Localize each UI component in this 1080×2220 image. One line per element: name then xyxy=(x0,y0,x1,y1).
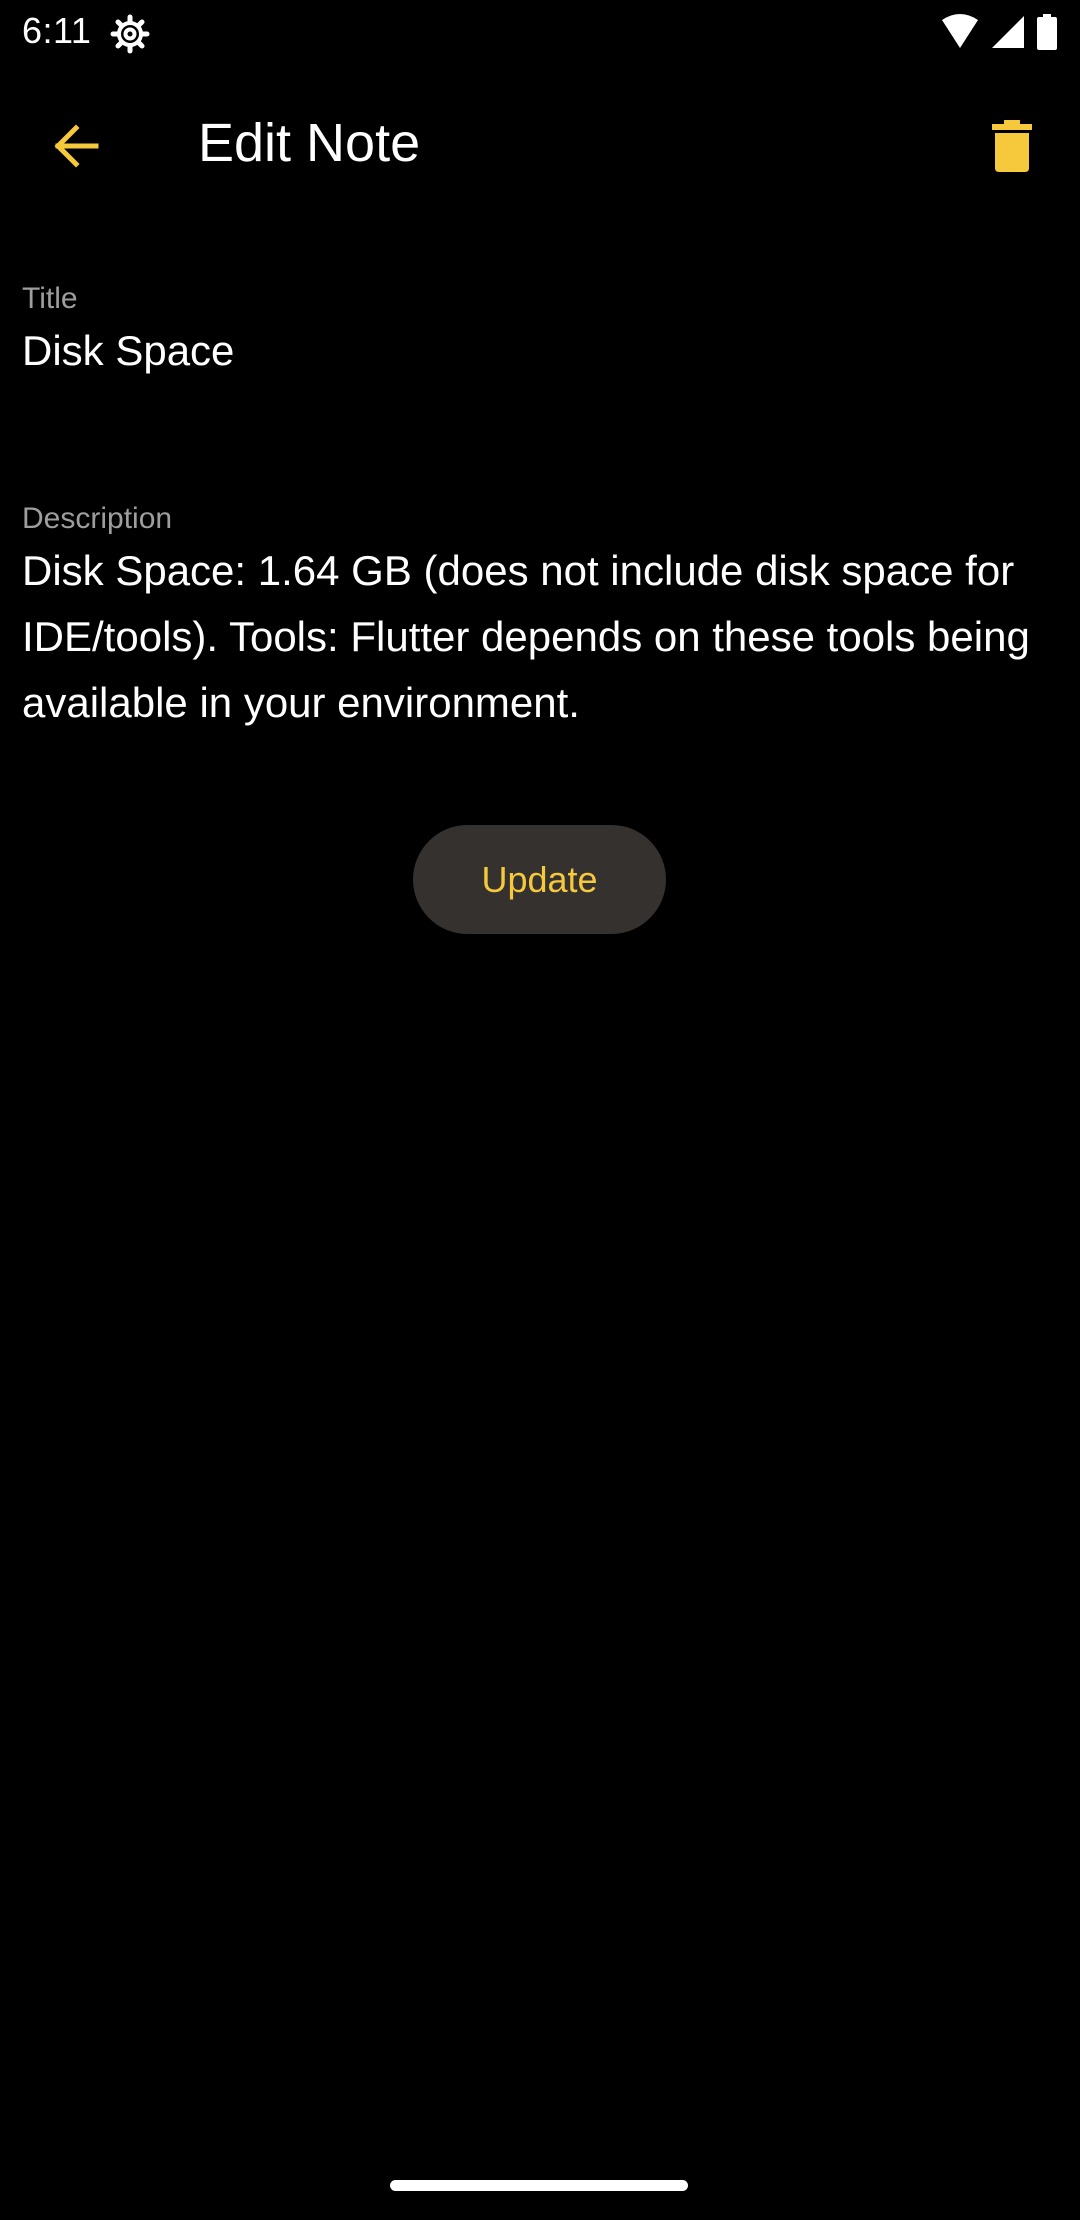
wifi-icon xyxy=(940,13,980,55)
app-bar: Edit Note xyxy=(0,66,1080,222)
status-time: 6:11 xyxy=(22,10,92,51)
description-label: Description xyxy=(22,502,173,535)
home-indicator[interactable] xyxy=(390,2180,688,2191)
update-button[interactable]: Update xyxy=(413,825,666,934)
status-icons xyxy=(940,13,1058,55)
delete-button[interactable] xyxy=(972,108,1052,188)
description-field[interactable]: Description Disk Space: 1.64 GB (does no… xyxy=(22,502,1058,736)
description-input[interactable]: Disk Space: 1.64 GB (does not include di… xyxy=(22,538,1058,736)
settings-gear-icon xyxy=(110,14,150,54)
title-input[interactable]: Disk Space xyxy=(22,318,1058,384)
battery-icon xyxy=(1036,13,1058,55)
title-label: Title xyxy=(22,282,78,315)
trash-icon xyxy=(992,119,1032,177)
title-field[interactable]: Title Disk Space xyxy=(22,282,1058,384)
back-button[interactable] xyxy=(36,108,116,188)
cell-signal-icon xyxy=(990,14,1026,55)
arrow-back-icon xyxy=(52,122,100,175)
status-bar: 6:11 xyxy=(0,0,1080,66)
page-title: Edit Note xyxy=(198,113,421,173)
